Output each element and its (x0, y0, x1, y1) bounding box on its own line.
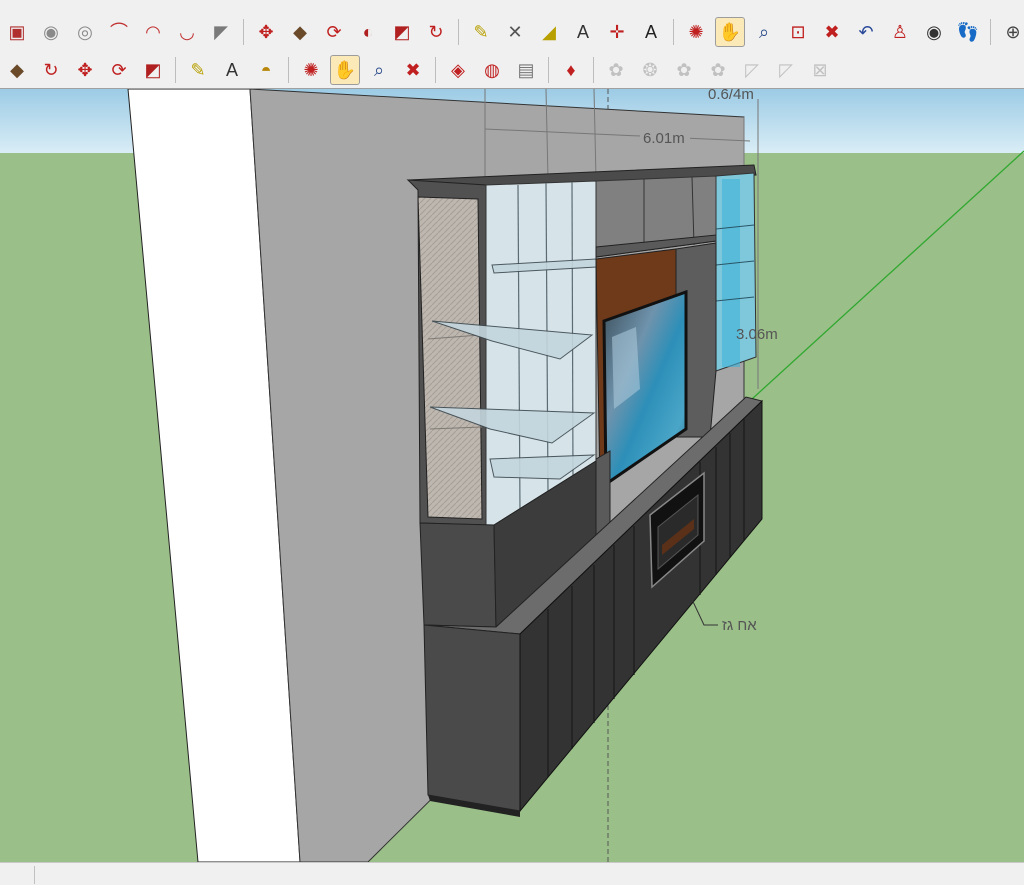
box-outline-icon[interactable]: ▭ (274, 0, 304, 7)
zoom-extents-icon[interactable]: ✖ (817, 17, 847, 47)
materials-icon[interactable]: ◍ (477, 55, 507, 85)
line-icon[interactable]: ▭ (36, 0, 66, 7)
dimension-icon[interactable]: ✕ (500, 17, 530, 47)
ruby-icon[interactable]: ♦ (556, 55, 586, 85)
box-outline-icon[interactable]: ▭ (308, 0, 338, 7)
tape-measure-icon[interactable]: ✎ (466, 17, 496, 47)
section-plane-icon[interactable]: ⊕ (998, 17, 1024, 47)
offset-icon[interactable]: ↻ (36, 55, 66, 85)
pencil-icon[interactable]: ▭ (2, 0, 32, 7)
toolbar-drawing-tools: ▣ ◉ ◎ ⌒ ◠ ◡ ◤ ✥ ◆ ⟳ ◐ ◩ ↻ ✎ ✕ ◢ A ✛ A ✺ ✋ ⌕ ⊡ ✖ ↶ ♙ ◉ 👣 ⊕ (0, 12, 1024, 53)
sandbox-from-scratch-icon[interactable]: ❂ (635, 55, 665, 85)
position-camera-icon[interactable]: ♙ (885, 17, 915, 47)
rotate-icon[interactable]: ⟳ (104, 55, 134, 85)
text-icon[interactable]: A (217, 55, 247, 85)
arc-3pt-icon[interactable]: ◡ (172, 17, 202, 47)
toolbar-separator (175, 57, 176, 83)
polygon-icon[interactable]: ◎ (70, 17, 100, 47)
pan-icon[interactable]: ✋ (715, 17, 745, 47)
scale-icon[interactable]: ◩ (387, 17, 417, 47)
status-indicator (0, 866, 35, 884)
circle-icon[interactable]: ◉ (36, 17, 66, 47)
sandbox-drape-icon[interactable]: ◸ (737, 55, 767, 85)
axes-icon[interactable]: ✛ (602, 17, 632, 47)
walk-icon[interactable]: 👣 (953, 17, 983, 47)
toolbar-separator (673, 19, 674, 45)
previous-view-icon[interactable]: ↶ (851, 17, 881, 47)
building-icon[interactable]: ▭ (206, 0, 236, 7)
toolbar-separator (548, 57, 549, 83)
orbit-icon[interactable]: ✺ (681, 17, 711, 47)
toolbar-separator (288, 57, 289, 83)
follow-me-icon[interactable]: ◐ (353, 17, 383, 47)
toolbar-large-tool-set: ◆ ↻ ✥ ⟳ ◩ ✎ A ◓ ✺ ✋ ⌕ ✖ ◈ ◍ ▤ ♦ ✿ ❂ ✿ ✿ ◸ ◸ ⊠ (0, 52, 1024, 89)
zoom-icon[interactable]: ⌕ (364, 55, 394, 85)
3d-text-icon[interactable]: A (636, 17, 666, 47)
rectangle-icon[interactable]: ▣ (2, 17, 32, 47)
move-icon[interactable]: ✥ (251, 17, 281, 47)
push-pull-icon[interactable]: ◆ (2, 55, 32, 85)
arc-icon[interactable]: ⌒ (104, 17, 134, 47)
status-bar (0, 862, 1024, 885)
arc-2pt-icon[interactable]: ◠ (138, 17, 168, 47)
dimension-width-label: 6.01m (643, 130, 685, 147)
scale-icon[interactable]: ◩ (138, 55, 168, 85)
sandbox-from-contours-icon[interactable]: ✿ (601, 55, 631, 85)
freehand-icon[interactable]: ▭ (70, 0, 100, 7)
toolbar-separator (243, 19, 244, 45)
offset-icon[interactable]: ↻ (421, 17, 451, 47)
base-left-block (423, 624, 521, 812)
pan-icon[interactable]: ✋ (330, 55, 360, 85)
lower-left-cabinet (419, 522, 497, 628)
rotate-icon[interactable]: ⟳ (319, 17, 349, 47)
model-viewport[interactable]: 6.01m 0.6/4m 3.06m אח גז (0, 89, 1024, 862)
zoom-icon[interactable]: ⌕ (749, 17, 779, 47)
move-icon[interactable]: ✥ (70, 55, 100, 85)
text-icon[interactable]: A (568, 17, 598, 47)
dimension-top-label: 0.6/4m (708, 89, 754, 103)
protractor-icon[interactable]: ◢ (534, 17, 564, 47)
cube-icon[interactable]: ▭ (172, 0, 202, 7)
toolbar-separator (435, 57, 436, 83)
sandbox-flip-edge-icon[interactable]: ⊠ (805, 55, 835, 85)
3d-warehouse-icon[interactable]: ▤ (511, 55, 541, 85)
paint-bucket-icon[interactable]: ◓ (251, 55, 281, 85)
toolbar-separator (458, 19, 459, 45)
sandbox-stamp-icon[interactable]: ✿ (703, 55, 733, 85)
toolbar-separator (593, 57, 594, 83)
fireplace-annotation-label: אח גז (722, 617, 757, 634)
push-pull-icon[interactable]: ◆ (285, 17, 315, 47)
components-icon[interactable]: ◈ (443, 55, 473, 85)
shape-icon[interactable]: ▭ (138, 0, 168, 7)
orbit-icon[interactable]: ✺ (296, 55, 326, 85)
zoom-extents-icon[interactable]: ✖ (398, 55, 428, 85)
zoom-window-icon[interactable]: ⊡ (783, 17, 813, 47)
pie-icon[interactable]: ◤ (206, 17, 236, 47)
box-outline-icon[interactable]: ▭ (240, 0, 270, 7)
toolbar-separator (990, 19, 991, 45)
pushpull-small-icon[interactable]: ▭ (104, 0, 134, 7)
tape-measure-icon[interactable]: ✎ (183, 55, 213, 85)
sandbox-add-detail-icon[interactable]: ◸ (771, 55, 801, 85)
look-around-icon[interactable]: ◉ (919, 17, 949, 47)
dimension-height-label: 3.06m (736, 326, 778, 343)
sandbox-smoove-icon[interactable]: ✿ (669, 55, 699, 85)
left-tower-niche (417, 196, 483, 520)
